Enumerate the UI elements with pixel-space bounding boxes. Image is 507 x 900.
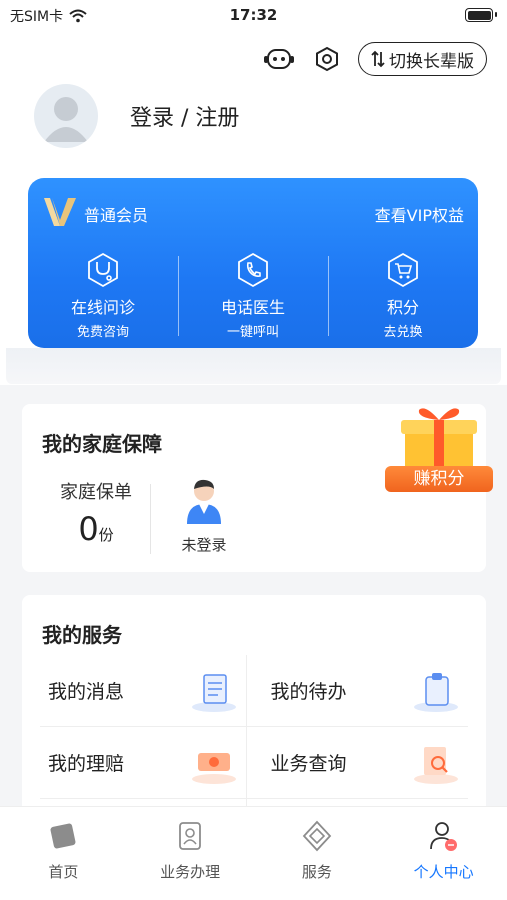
status-time: 17:32 (229, 6, 278, 24)
vip-item-subtitle: 免费咨询 (76, 325, 129, 340)
robot-service-icon[interactable] (262, 42, 296, 76)
profile-header: 切换长辈版 登录 / 注册 普通会员 查看VIP权益 在线问诊 免费咨询 电话医… (0, 30, 507, 385)
home-icon (50, 823, 76, 849)
vip-item-title: 在线问诊 (70, 298, 135, 317)
person-icon (187, 479, 221, 524)
tab-label: 服务 (301, 863, 332, 881)
clipboard-icon (414, 672, 458, 712)
stethoscope-icon (88, 252, 118, 288)
tab-label: 个人中心 (413, 863, 474, 881)
settings-icon[interactable] (310, 42, 344, 76)
top-actions: 切换长辈版 (262, 42, 487, 76)
phone-icon (238, 252, 268, 288)
service-icon (302, 820, 332, 852)
family-policy[interactable]: 家庭保单 0份 (46, 478, 146, 548)
policy-count: 0份 (78, 510, 114, 548)
member-status: 未登录 (181, 536, 227, 554)
service-my-todos[interactable]: 我的待办 (245, 655, 469, 726)
services-grid: 我的消息 我的待办 我的理赔 业务查询 (40, 655, 468, 819)
avatar[interactable] (34, 84, 98, 148)
tab-label: 首页 (48, 863, 79, 881)
tab-business[interactable]: 业务办理 (127, 807, 254, 900)
tab-profile[interactable]: 个人中心 (380, 807, 507, 900)
vip-item-phone-doctor[interactable]: 电话医生 一键呼叫 (178, 252, 328, 342)
status-bar: 无SIM卡 17:32 (0, 0, 507, 30)
profile-icon (429, 822, 457, 851)
policy-unit: 份 (98, 526, 114, 544)
vip-benefits-link[interactable]: 查看VIP权益 (375, 202, 464, 226)
service-business-query[interactable]: 业务查询 (245, 727, 469, 798)
vip-item-subtitle: 一键呼叫 (226, 325, 279, 340)
vip-item-title: 电话医生 (220, 298, 285, 317)
claim-ticket-icon (191, 752, 236, 784)
tab-label: 业务办理 (160, 863, 221, 881)
family-title: 我的家庭保障 (42, 432, 162, 456)
tab-service[interactable]: 服务 (254, 807, 381, 900)
message-doc-icon (191, 673, 236, 712)
business-icon (179, 822, 202, 850)
service-label: 我的消息 (48, 681, 125, 703)
switch-arrows-icon (371, 50, 385, 68)
elder-mode-label: 切换长辈版 (389, 51, 474, 72)
battery-icon (465, 8, 497, 22)
service-my-claims[interactable]: 我的理赔 (40, 727, 246, 798)
service-my-messages[interactable]: 我的消息 (40, 655, 246, 726)
vip-item-title: 积分 (386, 298, 419, 317)
service-label: 业务查询 (270, 753, 347, 775)
vip-items: 在线问诊 免费咨询 电话医生 一键呼叫 积分 去兑换 (28, 252, 478, 342)
vip-item-subtitle: 去兑换 (383, 325, 423, 340)
tab-home[interactable]: 首页 (0, 807, 127, 900)
vip-card-shadow (6, 348, 501, 384)
service-label: 我的待办 (270, 681, 347, 703)
earn-points-label: 赚积分 (385, 466, 493, 492)
vip-logo-icon (44, 198, 76, 226)
services-row: 我的理赔 业务查询 (40, 727, 468, 799)
gift-box-icon (401, 408, 477, 470)
vip-item-points[interactable]: 积分 去兑换 (328, 252, 478, 342)
divider (150, 484, 151, 554)
bottom-tab-bar: 首页 业务办理 服务 个人中心 (0, 806, 507, 900)
my-services-card: 我的服务 我的消息 我的待办 我的理赔 业务查询 (22, 595, 486, 825)
family-member[interactable]: 未登录 (172, 474, 236, 555)
search-doc-icon (414, 746, 458, 784)
elder-mode-button[interactable]: 切换长辈版 (358, 42, 487, 76)
cart-icon (388, 252, 418, 288)
services-row: 我的消息 我的待办 (40, 655, 468, 727)
vip-level: 普通会员 (84, 206, 149, 225)
earn-points-badge[interactable]: 赚积分 (385, 404, 493, 492)
policy-label: 家庭保单 (60, 482, 132, 503)
services-title: 我的服务 (42, 623, 122, 647)
vip-card: 普通会员 查看VIP权益 在线问诊 免费咨询 电话医生 一键呼叫 积分 去兑换 (28, 178, 478, 348)
service-label: 我的理赔 (48, 753, 125, 775)
login-register-link[interactable]: 登录 / 注册 (130, 100, 239, 132)
vip-item-online-consult[interactable]: 在线问诊 免费咨询 (28, 252, 178, 342)
